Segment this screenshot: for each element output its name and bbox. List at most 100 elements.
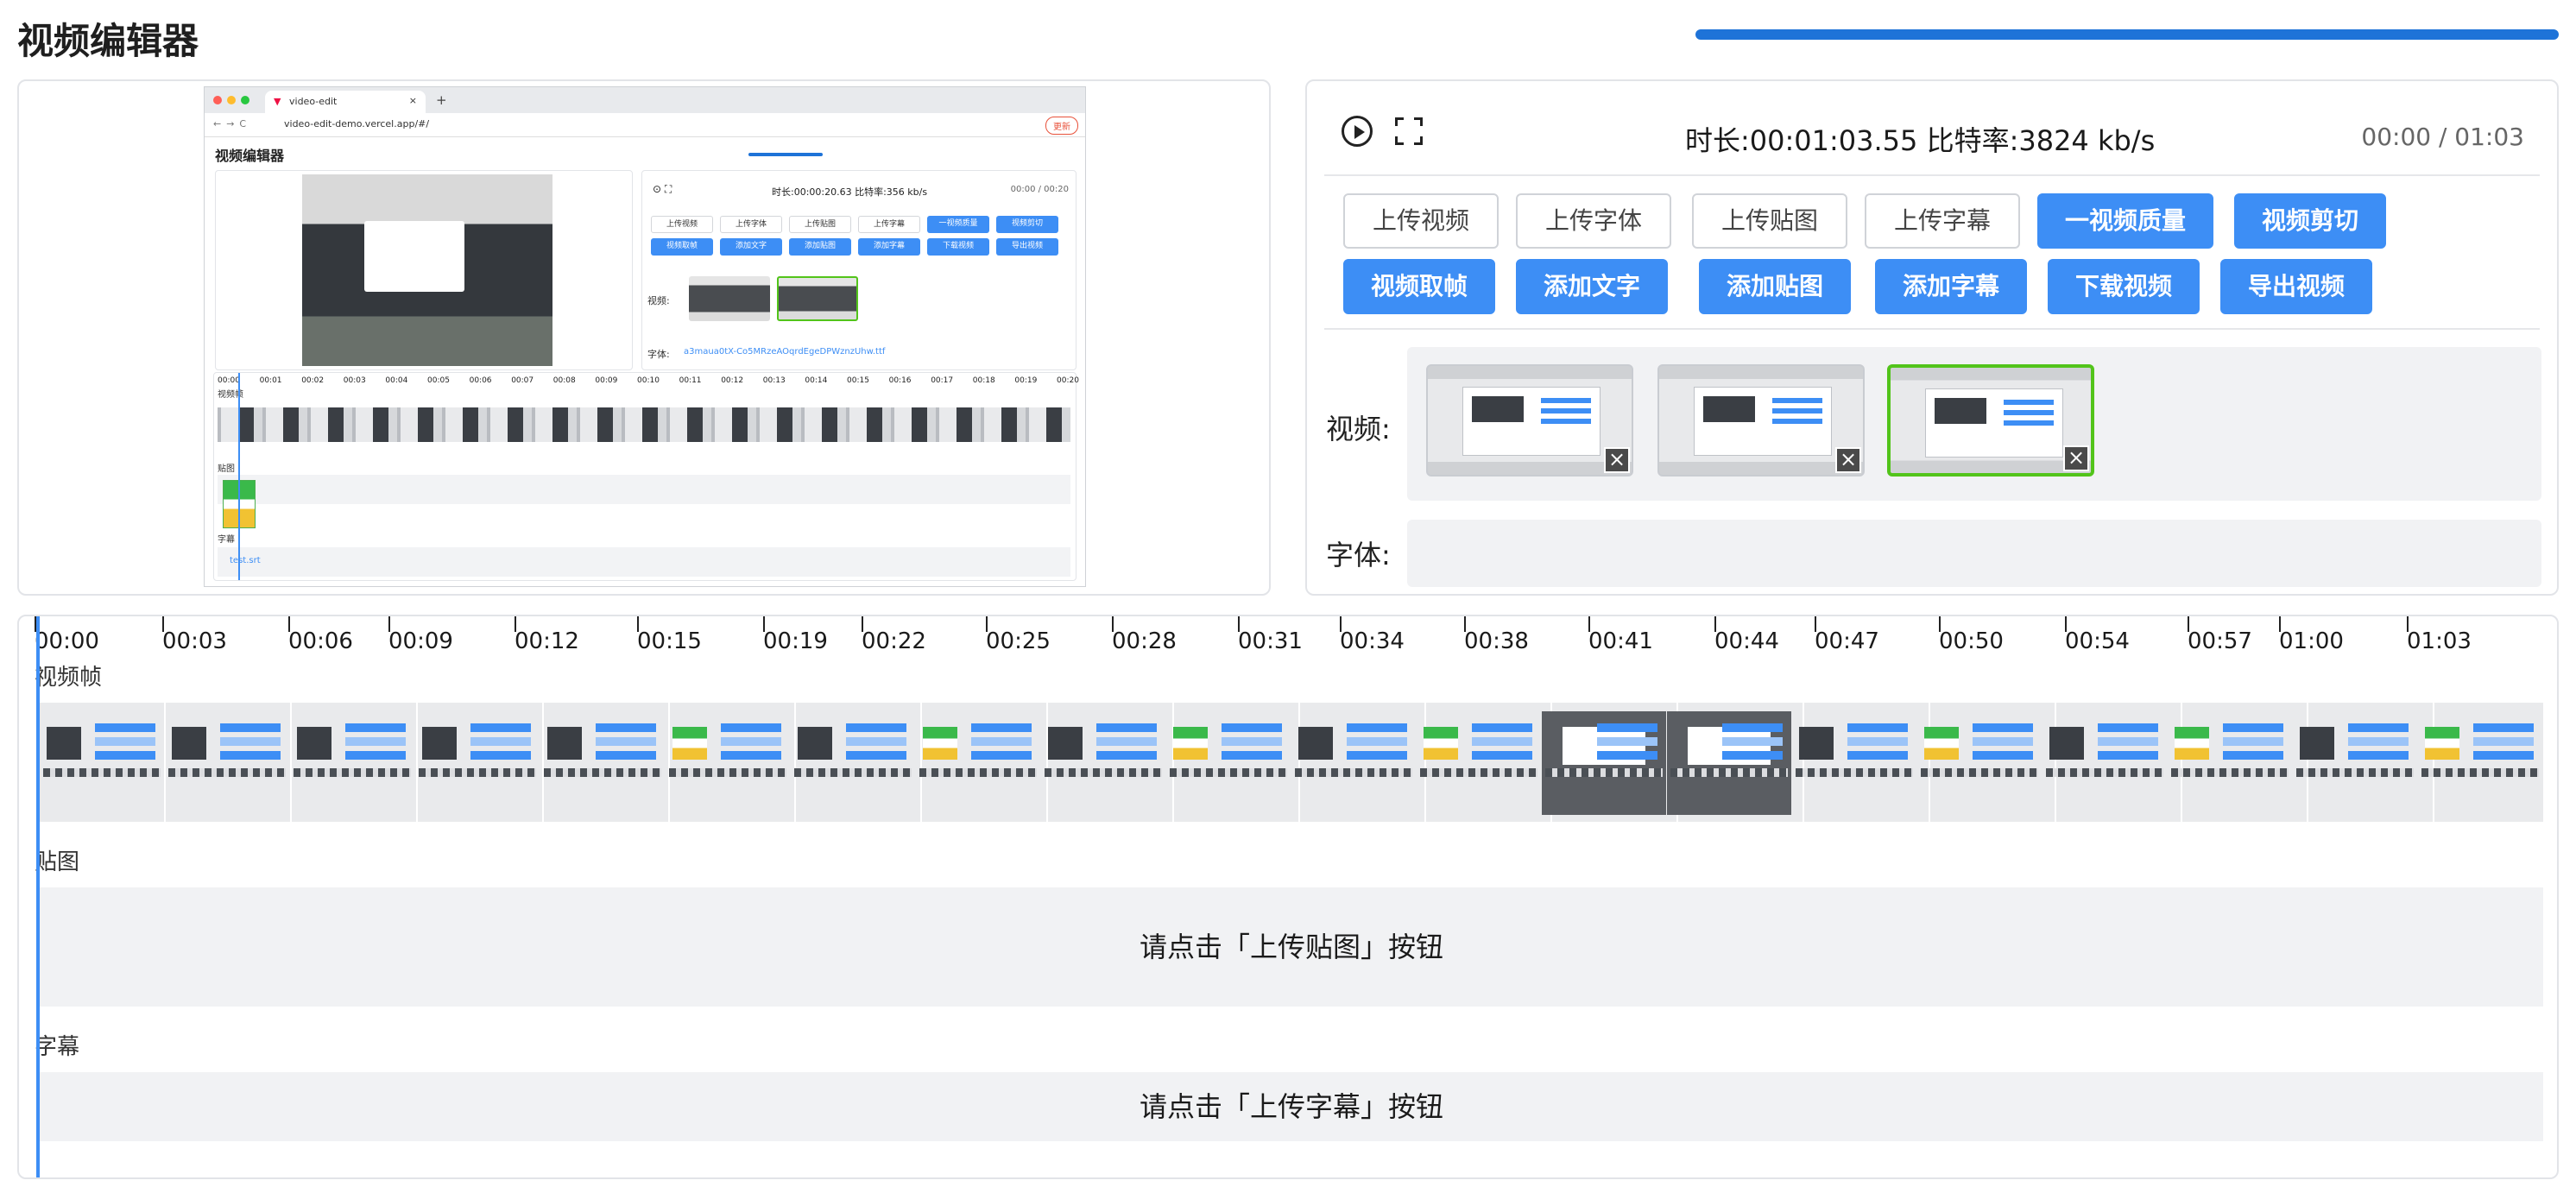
fullscreen-icon[interactable] [1395,117,1423,145]
preview-meta: 时长:00:00:20.63 比特率:356 kb/s [772,186,928,198]
tick-label: 01:00 [2279,628,2344,654]
sticker-track[interactable]: 请点击「上传贴图」按钮 [40,887,2543,1007]
button-buttons_row1-4[interactable]: 一视频质量 [2037,193,2213,249]
font-list[interactable] [1407,520,2541,587]
new-tab-icon: + [436,92,447,108]
preview-controls: ⊙ ⛶ 时长:00:00:20.63 比特率:356 kb/s 00:00 / … [641,170,1076,370]
preview-button: 下载视频 [927,238,989,256]
video-frame [1041,711,1165,815]
video-frame [1542,711,1666,815]
preview-button: 视频剪切 [996,216,1058,233]
button-buttons_row1-0[interactable]: 上传视频 [1343,193,1499,249]
video-thumbnail[interactable]: × [1426,364,1633,477]
video-frame [1166,711,1291,815]
tick-label: 00:25 [986,628,1051,654]
preview-time: 00:00 / 00:20 [1010,185,1069,194]
play-icon[interactable] [1342,116,1373,147]
playback-time: 00:00 / 01:03 [2361,123,2524,151]
preview-button: 一视频质量 [927,216,989,233]
preview-tick-label: 00:13 [762,376,786,385]
preview-tick-label: 00:01 [259,376,282,385]
playhead[interactable] [36,616,40,1177]
sticker-placeholder: 请点击「上传贴图」按钮 [1139,931,1443,963]
window-close-dot [213,96,222,104]
preview-button: 上传视频 [651,216,713,233]
preview-subtitle-track: test.srt [218,547,1070,577]
preview-tick-label: 00:03 [343,376,366,385]
video-thumbnail-selected[interactable]: × [1887,364,2094,477]
subtitle-placeholder: 请点击「上传字幕」按钮 [1139,1090,1443,1123]
preview-button: 视频取帧 [651,238,713,256]
tick-label: 00:03 [162,628,227,654]
video-thumbnail[interactable]: × [1657,364,1865,477]
browser-chrome: ▼ video-edit × + [205,87,1085,113]
frame-strip[interactable] [40,703,2543,822]
button-buttons_row1-2[interactable]: 上传贴图 [1692,193,1847,249]
preview-tick-label: 00:16 [888,376,912,385]
preview-frame-strip [218,407,1070,442]
preview-video-label: 视频: [647,295,670,306]
tick-label: 00:50 [1939,628,2004,654]
tick-label: 00:31 [1238,628,1303,654]
track-label-subtitle: 字幕 [35,1034,80,1060]
preview-tick-label: 00:14 [805,376,828,385]
close-icon[interactable]: × [1604,447,1630,473]
browser-tab: ▼ video-edit × [265,91,426,113]
vite-icon: ▼ [274,96,281,107]
track-label-sticker: 贴图 [35,849,80,875]
preview-video-thumb [777,276,858,321]
tick-label: 00:47 [1815,628,1879,654]
tick-label: 00:34 [1340,628,1405,654]
button-buttons_row2-0[interactable]: 视频取帧 [1343,259,1495,314]
button-buttons_row2-2[interactable]: 添加贴图 [1699,259,1851,314]
preview-button: 导出视频 [996,238,1058,256]
button-buttons_row1-3[interactable]: 上传字幕 [1865,193,2020,249]
url-text: video-edit-demo.vercel.app/#/ [284,118,430,129]
progress-bar [1695,29,2559,40]
timeline[interactable]: 00:00 00:03 00:06 00:09 00:12 00:15 00:19 00:22… [17,615,2559,1179]
preview-tick-label: 00:00 [218,376,240,385]
video-list: × × × [1407,347,2541,501]
video-frame [40,711,164,815]
button-buttons_row1-5[interactable]: 视频剪切 [2234,193,2386,249]
button-buttons_row2-5[interactable]: 导出视频 [2220,259,2372,314]
tab-close-icon: × [408,95,417,106]
button-buttons_row2-3[interactable]: 添加字幕 [1875,259,2027,314]
tick-label: 01:03 [2407,628,2472,654]
preview-app-title: 视频编辑器 [215,148,285,164]
tick-label: 00:06 [288,628,353,654]
subtitle-track[interactable]: 请点击「上传字幕」按钮 [40,1072,2543,1141]
timeline-ruler[interactable]: 00:00 00:03 00:06 00:09 00:12 00:15 00:19 00:22… [19,616,2557,660]
tick-label: 00:12 [515,628,579,654]
preview-playhead [238,373,240,580]
preview-frame: ▼ video-edit × + ←→C video-edit-demo.ver… [204,86,1086,587]
preview-progress-bar [748,153,823,156]
preview-video-frame [302,174,552,366]
preview-track-subtitle: 字幕 [218,535,235,545]
video-frame [916,711,1040,815]
video-label: 视频: [1326,413,1391,445]
update-badge: 更新 [1045,117,1078,135]
preview-tick-label: 00:12 [721,376,744,385]
button-buttons_row2-1[interactable]: 添加文字 [1516,259,1668,314]
button-buttons_row1-1[interactable]: 上传字体 [1516,193,1671,249]
preview-tick-label: 00:09 [595,376,618,385]
preview-subtitle-file: test.srt [230,556,261,565]
video-frame [2293,711,2417,815]
button-buttons_row2-4[interactable]: 下载视频 [2048,259,2200,314]
font-label: 字体: [1326,539,1391,571]
video-frame [1417,711,1541,815]
window-zoom-dot [241,96,249,104]
close-icon[interactable]: × [2063,445,2089,471]
tick-label: 00:38 [1464,628,1529,654]
close-icon[interactable]: × [1835,447,1861,473]
preview-button: 添加字幕 [858,238,920,256]
preview-tick-label: 00:02 [301,376,325,385]
tick-label: 00:57 [2188,628,2252,654]
video-frame [1917,711,2042,815]
preview-button: 上传字体 [720,216,782,233]
divider [1324,328,2540,330]
preview-sticker-track [218,475,1070,504]
browser-tab-label: video-edit [289,96,338,107]
video-preview[interactable]: ▼ video-edit × + ←→C video-edit-demo.ver… [17,79,1271,596]
